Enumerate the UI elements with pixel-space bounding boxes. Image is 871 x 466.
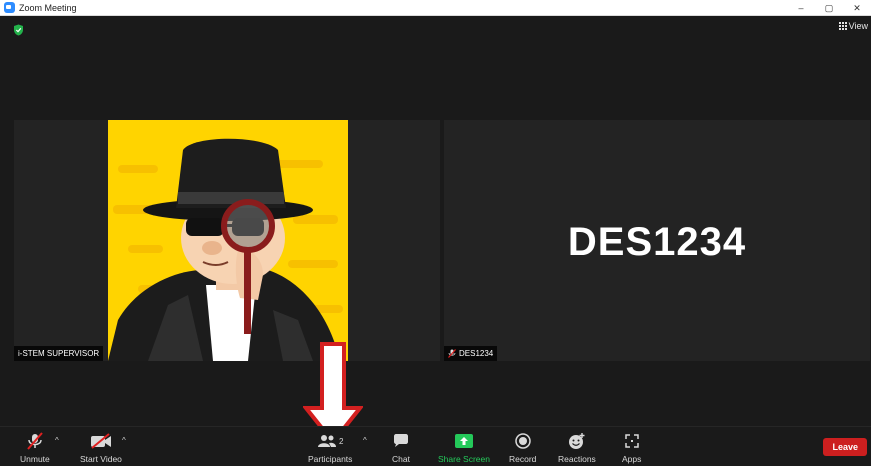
view-button[interactable]: View	[838, 21, 868, 31]
leave-button[interactable]: Leave	[823, 438, 867, 456]
unmute-label: Unmute	[20, 454, 50, 464]
restore-button[interactable]: ▢	[815, 0, 843, 16]
participants-icon	[317, 435, 336, 447]
start-video-label: Start Video	[80, 454, 122, 464]
participants-label: Participants	[308, 454, 353, 464]
video-tile-supervisor[interactable]: i-STEM SUPERVISOR	[14, 120, 440, 361]
share-screen-label: Share Screen	[438, 454, 490, 464]
participants-options-caret-icon[interactable]: ^	[363, 436, 367, 445]
reactions-button[interactable]: Reactions	[558, 431, 596, 464]
microphone-muted-icon	[27, 432, 43, 450]
video-tile-des1234[interactable]: DES1234 DES1234	[444, 120, 870, 361]
meeting-toolbar: Unmute ^ Start Video ^ 2 Participants ^	[0, 426, 871, 466]
window-controls: – ▢ ✕	[787, 0, 871, 16]
detective-avatar-image	[108, 120, 348, 361]
unmute-button[interactable]: Unmute	[20, 431, 50, 464]
apps-button[interactable]: Apps	[622, 431, 641, 464]
participant-name-tag: i-STEM SUPERVISOR	[14, 346, 104, 361]
participant-name: DES1234	[459, 349, 494, 358]
chat-label: Chat	[392, 454, 410, 464]
muted-mic-icon	[448, 349, 456, 358]
reactions-emoji-icon	[568, 433, 585, 449]
title-bar: Zoom Meeting – ▢ ✕	[0, 0, 871, 16]
meeting-area: View i-STEM SUPERVISOR DES1234 DES1234	[0, 16, 871, 444]
participant-name: i-STEM SUPERVISOR	[18, 349, 100, 358]
participants-button[interactable]: 2 Participants	[308, 431, 352, 464]
audio-options-caret-icon[interactable]: ^	[55, 436, 59, 445]
video-options-caret-icon[interactable]: ^	[122, 436, 126, 445]
record-icon	[514, 433, 531, 449]
share-screen-button[interactable]: Share Screen	[438, 431, 490, 464]
apps-label: Apps	[622, 454, 642, 464]
share-screen-icon	[454, 434, 473, 448]
start-video-button[interactable]: Start Video	[80, 431, 122, 464]
record-label: Record	[509, 454, 537, 464]
chat-button[interactable]: Chat	[392, 431, 410, 464]
record-button[interactable]: Record	[509, 431, 536, 464]
security-shield-icon[interactable]	[13, 24, 24, 36]
window-title: Zoom Meeting	[19, 2, 77, 13]
chat-bubble-icon	[393, 434, 408, 447]
close-button[interactable]: ✕	[843, 0, 871, 16]
participant-display-name: DES1234	[567, 220, 747, 264]
minimize-button[interactable]: –	[787, 0, 815, 16]
participant-name-tag: DES1234	[444, 346, 498, 361]
apps-icon	[624, 434, 639, 448]
zoom-app-icon	[4, 2, 15, 13]
participants-count: 2	[338, 436, 344, 446]
grid-view-icon	[838, 22, 847, 30]
video-camera-off-icon	[90, 433, 111, 449]
reactions-label: Reactions	[558, 454, 596, 464]
view-label: View	[848, 21, 868, 31]
